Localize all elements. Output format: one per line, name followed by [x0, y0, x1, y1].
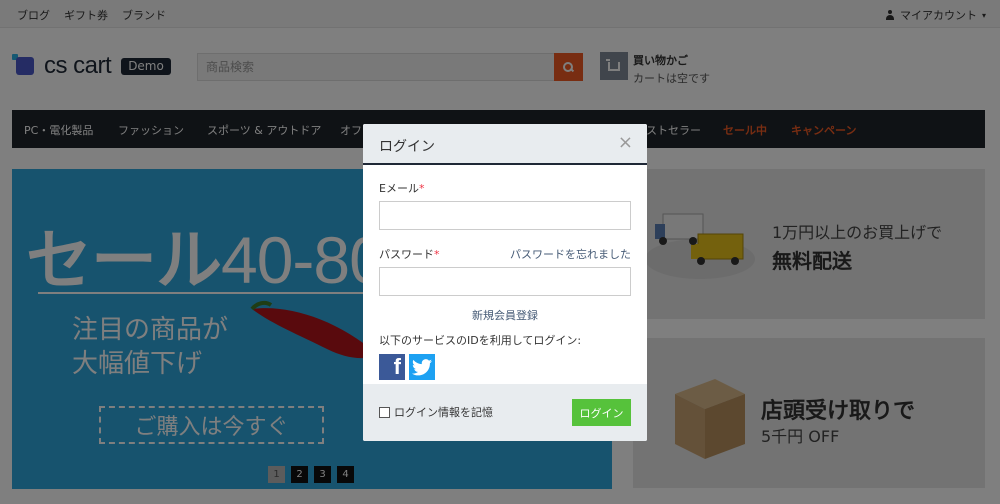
- email-field[interactable]: [379, 201, 631, 230]
- login-button[interactable]: ログイン: [572, 399, 631, 426]
- password-field[interactable]: [379, 267, 631, 296]
- password-required-mark: *: [434, 248, 440, 261]
- login-dialog-title: ログイン: [379, 139, 435, 155]
- social-login-label: 以下のサービスのIDを利用してログイン:: [379, 334, 582, 347]
- facebook-icon[interactable]: f: [379, 354, 405, 380]
- login-dialog: ログイン × Eメール* パスワード* パスワードを忘れました 新規会員登録 以…: [363, 124, 647, 441]
- email-required-mark: *: [418, 182, 425, 195]
- twitter-icon[interactable]: [409, 354, 435, 380]
- password-label: パスワード*: [379, 248, 440, 261]
- forgot-password-link[interactable]: パスワードを忘れました: [510, 246, 631, 262]
- remember-me-checkbox[interactable]: ログイン情報を記憶: [379, 404, 493, 420]
- checkbox[interactable]: [379, 406, 390, 418]
- login-dialog-header: ログイン ×: [363, 124, 647, 165]
- close-icon[interactable]: ×: [618, 132, 633, 153]
- register-link[interactable]: 新規会員登録: [363, 307, 647, 323]
- login-dialog-footer: ログイン情報を記憶 ログイン: [363, 384, 647, 441]
- email-label: Eメール*: [379, 182, 425, 195]
- remember-me-label: ログイン情報を記憶: [394, 406, 493, 419]
